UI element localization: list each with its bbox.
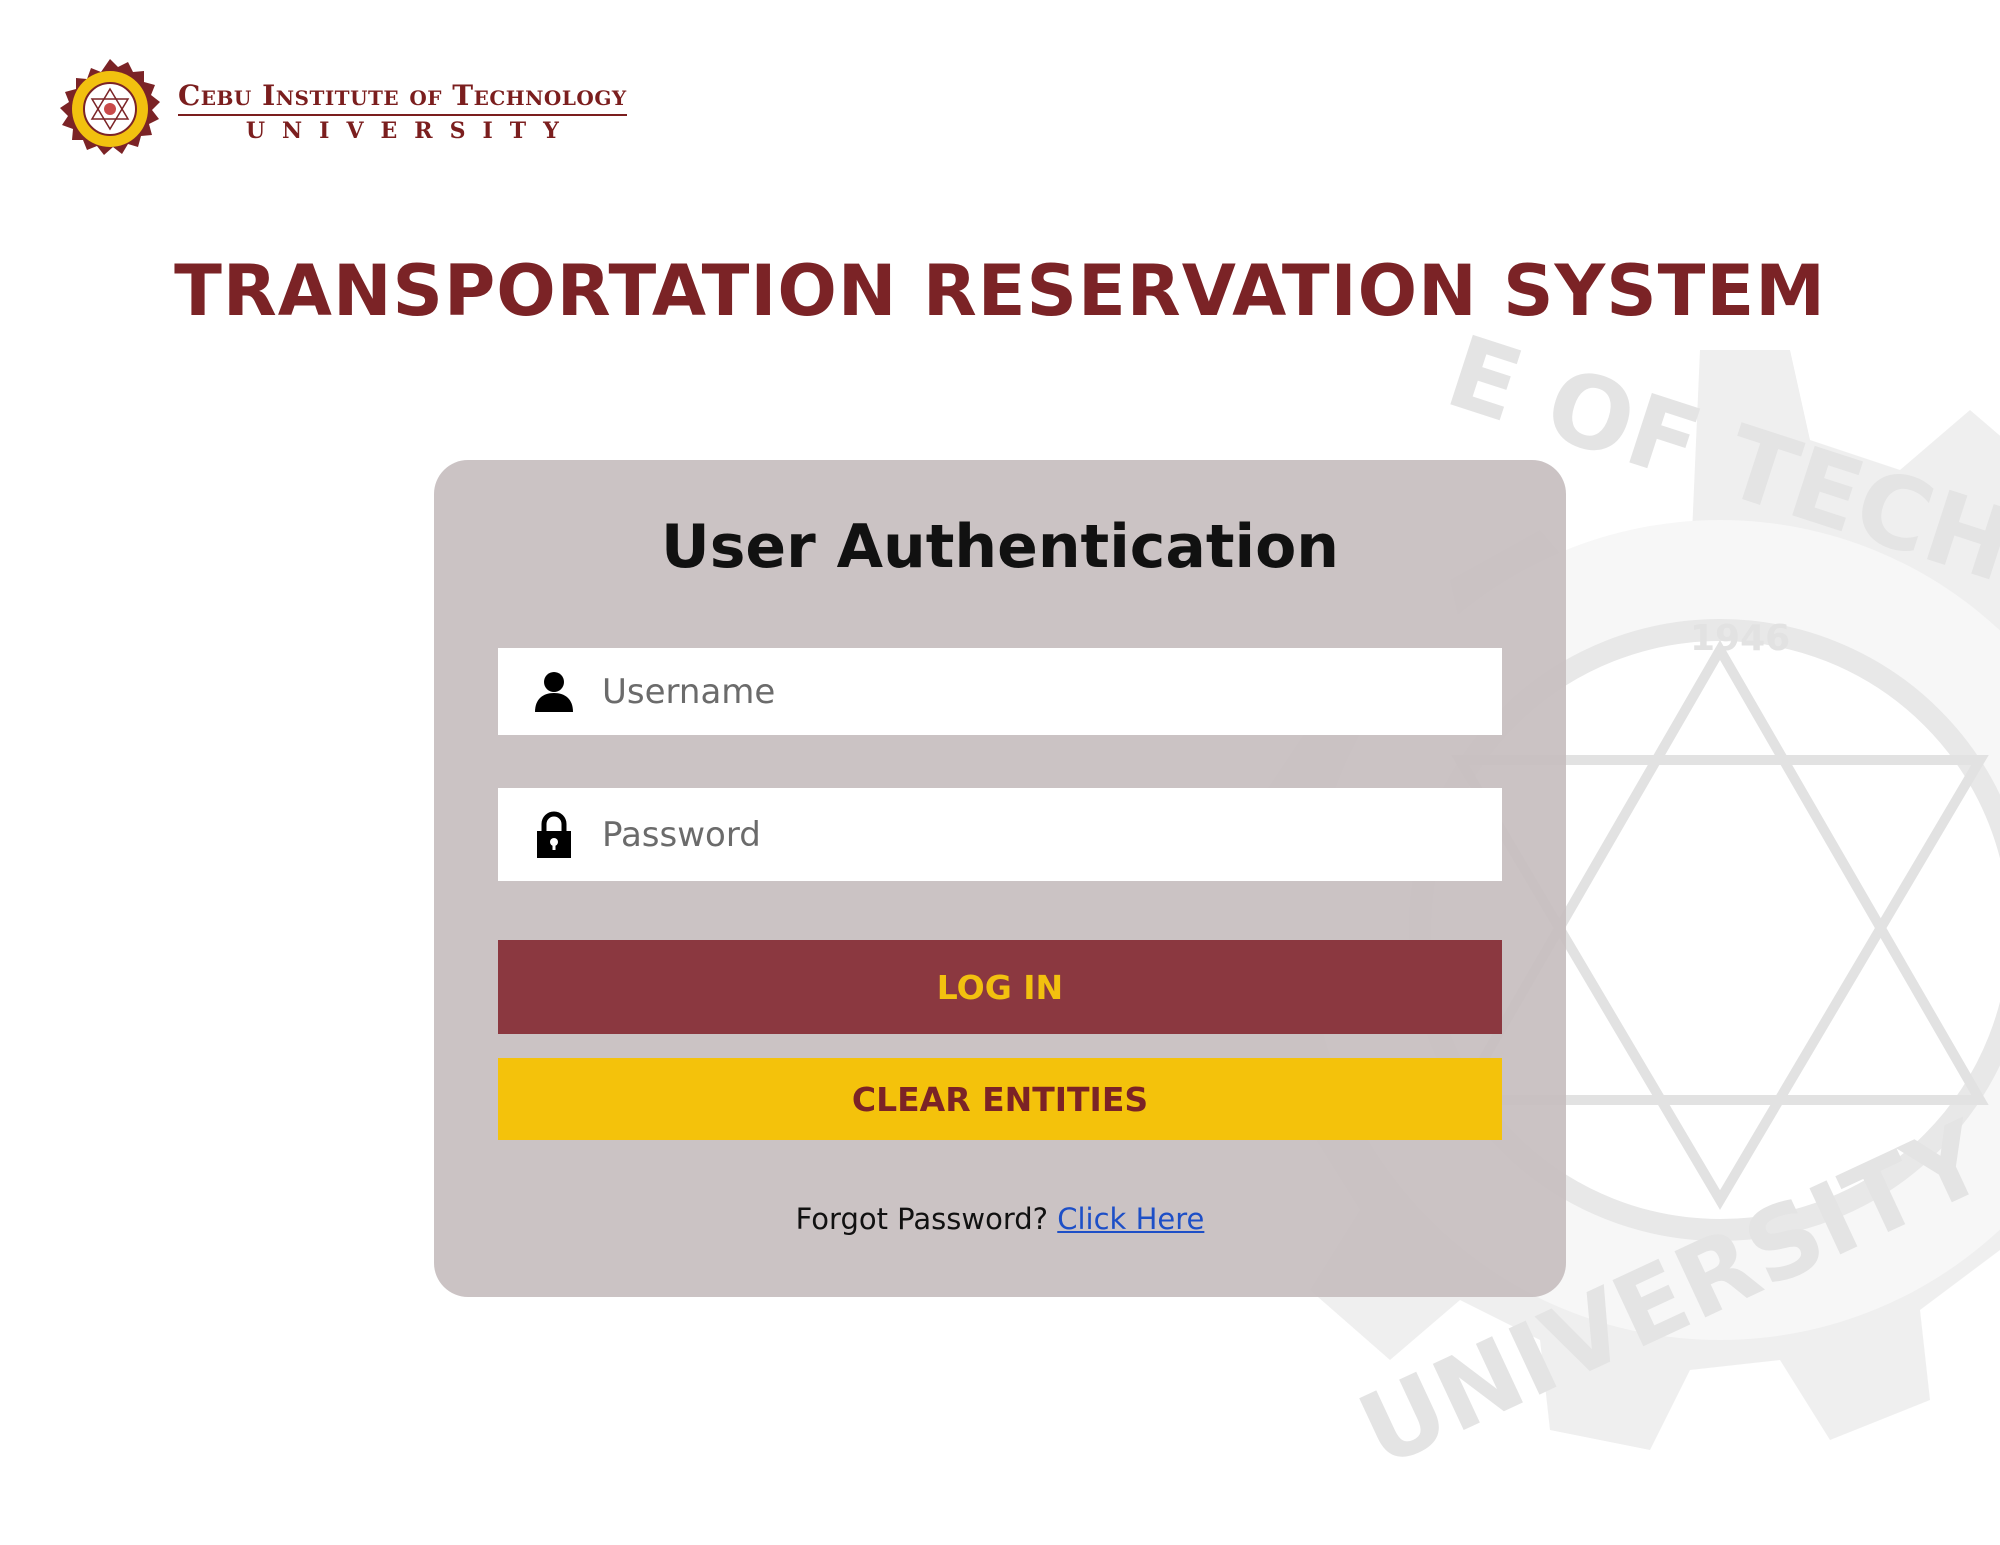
forgot-password-link[interactable]: Click Here — [1057, 1202, 1204, 1236]
password-input[interactable] — [602, 804, 1462, 865]
watermark-year: 1946 — [1690, 618, 1790, 659]
username-field[interactable] — [498, 648, 1502, 735]
user-icon — [532, 668, 576, 716]
university-subtitle: UNIVERSITY — [245, 117, 576, 144]
username-input[interactable] — [602, 661, 1462, 722]
lock-icon — [532, 811, 576, 859]
forgot-password-text: Forgot Password? Click Here — [434, 1202, 1566, 1236]
login-page: E OF TECH UNIVERSITY 1946 Cebu Institute… — [0, 0, 2000, 1545]
password-field[interactable] — [498, 788, 1502, 881]
login-button[interactable]: LOG IN — [498, 940, 1502, 1034]
university-seal-icon — [60, 59, 160, 155]
clear-entities-button[interactable]: CLEAR ENTITIES — [498, 1058, 1502, 1140]
university-logo[interactable]: Cebu Institute of Technology UNIVERSITY — [56, 56, 627, 166]
card-title: User Authentication — [660, 512, 1340, 582]
forgot-password-label: Forgot Password? — [795, 1202, 1049, 1236]
page-title: TRANSPORTATION RESERVATION SYSTEM — [174, 250, 1826, 332]
university-name: Cebu Institute of Technology — [178, 79, 627, 116]
login-card: User Authentication LOG IN — [434, 460, 1566, 1297]
